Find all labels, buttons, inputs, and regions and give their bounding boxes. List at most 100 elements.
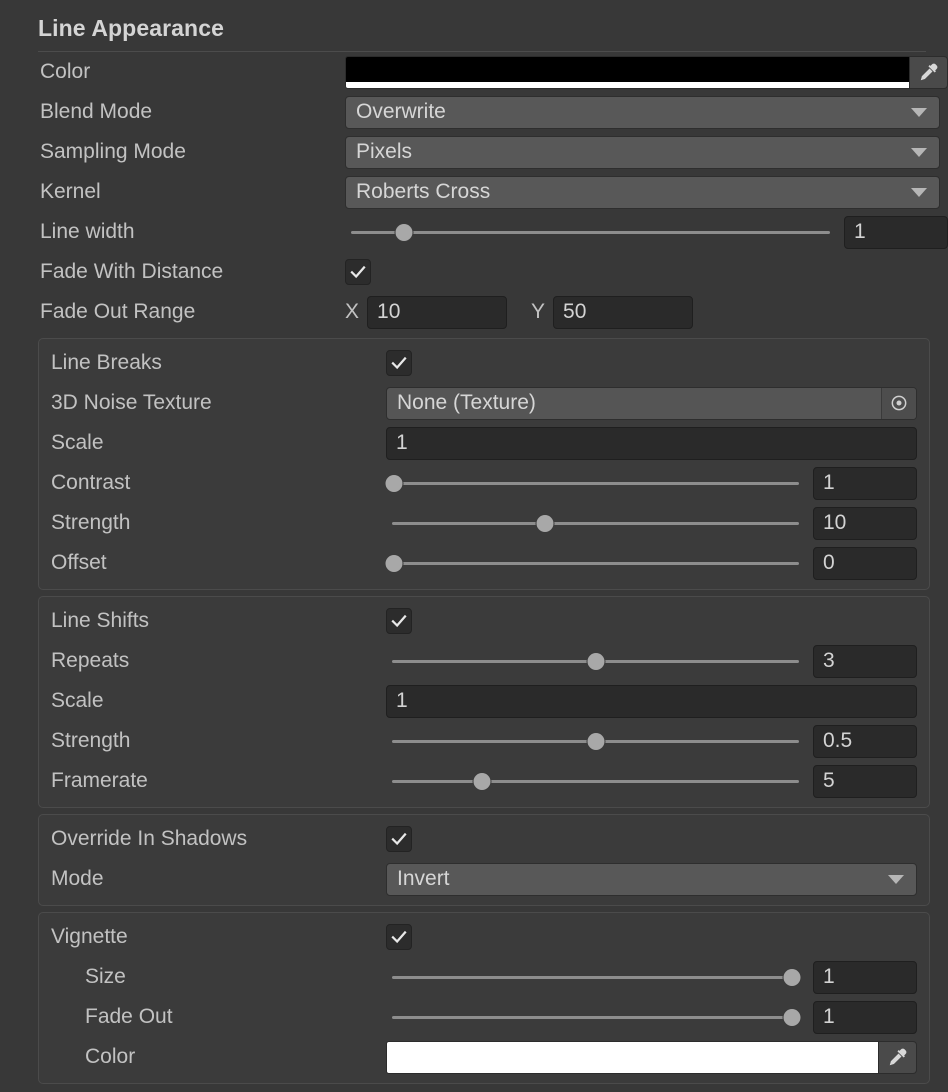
vignette-fade-out-slider[interactable] (386, 1001, 805, 1034)
vignette-fade-out-value[interactable]: 1 (813, 1000, 917, 1034)
checkmark-icon (350, 265, 366, 279)
line-breaks-strength-slider[interactable] (386, 507, 805, 540)
label-vignette-size: Size (85, 965, 126, 988)
line-shifts-strength-value[interactable]: 0.5 (813, 724, 917, 758)
line-width-value[interactable]: 1 (844, 215, 948, 249)
noise-texture-value: None (Texture) (397, 391, 536, 414)
slider-thumb[interactable] (587, 732, 604, 750)
framerate-slider[interactable] (386, 765, 805, 798)
line-breaks-strength-value[interactable]: 10 (813, 506, 917, 540)
color-field[interactable] (345, 55, 948, 89)
label-offset: Offset (51, 551, 107, 574)
contrast-slider[interactable] (385, 467, 805, 500)
offset-value[interactable]: 0 (813, 546, 917, 580)
label-sampling-mode: Sampling Mode (40, 140, 186, 163)
label-noise-texture: 3D Noise Texture (51, 391, 212, 414)
row-fade-with-distance: Fade With Distance (0, 252, 948, 292)
row-sampling-mode: Sampling Mode Pixels (0, 132, 948, 172)
label-fade-with-distance: Fade With Distance (40, 260, 224, 283)
noise-texture-object-field[interactable]: None (Texture) (386, 386, 917, 420)
fade-out-range-x-input[interactable]: 10 (367, 295, 508, 329)
label-line-breaks-scale: Scale (51, 431, 104, 454)
slider-thumb[interactable] (385, 554, 403, 572)
mode-value: Invert (397, 867, 450, 890)
row-repeats: Repeats 3 (39, 641, 929, 681)
blend-mode-dropdown[interactable]: Overwrite (345, 95, 940, 129)
slider-track (392, 975, 799, 979)
vignette-color-field[interactable] (386, 1040, 917, 1074)
slider-track (351, 230, 830, 234)
color-swatch-fill (346, 56, 909, 82)
row-framerate: Framerate 5 (39, 761, 929, 801)
label-line-shifts-scale: Scale (51, 689, 104, 712)
row-blend-mode: Blend Mode Overwrite (0, 92, 948, 132)
line-width-slider[interactable] (345, 216, 836, 249)
label-blend-mode: Blend Mode (40, 100, 153, 123)
override-in-shadows-checkbox[interactable] (386, 826, 412, 852)
kernel-dropdown[interactable]: Roberts Cross (345, 175, 940, 209)
row-mode: Mode Invert (39, 859, 929, 899)
line-shifts-checkbox[interactable] (386, 608, 412, 634)
chevron-down-icon (911, 107, 927, 117)
checkmark-icon (391, 930, 407, 944)
repeats-slider[interactable] (386, 645, 805, 678)
row-vignette-toggle: Vignette (39, 917, 929, 957)
row-line-breaks-strength: Strength 10 (39, 503, 929, 543)
group-line-breaks: Line Breaks 3D Noise Texture None (Textu… (38, 338, 930, 590)
slider-thumb[interactable] (395, 223, 413, 241)
label-kernel: Kernel (40, 180, 101, 203)
row-vignette-size: Size 1 (39, 957, 929, 997)
row-line-shifts-scale: Scale 1 (39, 681, 929, 721)
row-kernel: Kernel Roberts Cross (0, 172, 948, 212)
chevron-down-icon (888, 874, 904, 884)
label-vignette-color: Color (85, 1045, 136, 1068)
repeats-value[interactable]: 3 (813, 644, 917, 678)
vignette-color-swatch[interactable] (386, 1040, 879, 1074)
color-alpha-bar (346, 81, 909, 88)
line-shifts-strength-slider[interactable] (386, 725, 805, 758)
slider-thumb[interactable] (536, 514, 554, 532)
label-line-shifts-strength: Strength (51, 729, 131, 752)
axis-label-x: X (345, 300, 360, 323)
line-breaks-checkbox[interactable] (386, 350, 412, 376)
slider-thumb[interactable] (783, 1008, 801, 1026)
row-fade-out-range: Fade Out Range X 10 Y 50 (0, 292, 948, 332)
label-vignette: Vignette (51, 925, 128, 948)
vignette-checkbox[interactable] (386, 924, 412, 950)
line-breaks-scale-input[interactable]: 1 (386, 426, 917, 460)
slider-thumb[interactable] (783, 968, 801, 986)
fade-out-range-y-input[interactable]: 50 (553, 295, 694, 329)
mode-dropdown[interactable]: Invert (386, 862, 917, 896)
line-shifts-scale-input[interactable]: 1 (386, 684, 917, 718)
offset-slider[interactable] (385, 547, 805, 580)
fade-out-range-vector: X 10 Y 50 (345, 295, 948, 329)
row-line-breaks-toggle: Line Breaks (39, 343, 929, 383)
contrast-value[interactable]: 1 (813, 466, 917, 500)
object-picker-icon[interactable] (881, 387, 916, 419)
group-line-shifts: Line Shifts Repeats 3 Scale 1 Strength 0… (38, 596, 930, 808)
chevron-down-icon (911, 187, 927, 197)
slider-thumb[interactable] (473, 772, 491, 790)
row-noise-texture: 3D Noise Texture None (Texture) (39, 383, 929, 423)
label-line-shifts: Line Shifts (51, 609, 150, 632)
eyedropper-icon[interactable] (879, 1040, 917, 1074)
vignette-size-slider[interactable] (386, 961, 805, 994)
framerate-value[interactable]: 5 (813, 764, 917, 798)
sampling-mode-value: Pixels (356, 140, 413, 163)
label-mode: Mode (51, 867, 104, 890)
label-repeats: Repeats (51, 649, 130, 672)
line-appearance-inspector: Line Appearance Color Blend Mode Overwri… (0, 0, 948, 1092)
vignette-size-value[interactable]: 1 (813, 960, 917, 994)
group-vignette: Vignette Size 1 Fade Out 1 Color (38, 912, 930, 1084)
sampling-mode-dropdown[interactable]: Pixels (345, 135, 940, 169)
slider-thumb[interactable] (385, 474, 403, 492)
slider-thumb[interactable] (587, 652, 604, 670)
label-line-breaks-strength: Strength (51, 511, 131, 534)
chevron-down-icon (911, 147, 927, 157)
checkmark-icon (391, 614, 407, 628)
eyedropper-icon[interactable] (910, 55, 948, 89)
color-swatch[interactable] (345, 55, 910, 89)
label-contrast: Contrast (51, 471, 131, 494)
fade-with-distance-checkbox[interactable] (345, 259, 371, 285)
page-title: Line Appearance (38, 15, 224, 41)
